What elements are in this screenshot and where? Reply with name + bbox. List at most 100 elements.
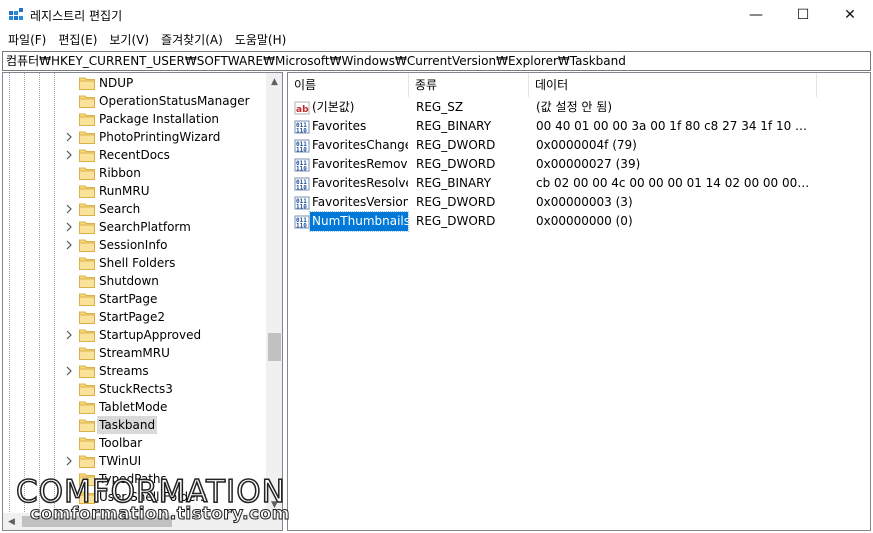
menu-edit[interactable]: 편집(E) [52,30,103,50]
tree-item[interactable]: StreamMRU [3,344,267,362]
chevron-right-icon[interactable] [64,366,74,376]
value-list-pane[interactable]: 이름 종류 데이터 ab (기본값) REG_SZ (값 설정 안 됨) 011 110 F… [287,72,871,531]
value-row[interactable]: 011 110 FavoritesChanges REG_DWORD 0x0000004… [288,136,870,155]
column-header-type[interactable]: 종류 [409,73,529,97]
column-header-data[interactable]: 데이터 [529,73,817,97]
value-data: 00 40 01 00 00 3a 00 1f 80 c8 27 34 1f 1… [536,119,811,133]
tree-item-label[interactable]: Search [97,200,142,218]
tree-item[interactable]: TWinUI [3,452,267,470]
tree-item-label[interactable]: SearchPlatform [97,218,193,236]
tree-item-label[interactable]: StartPage2 [97,308,167,326]
value-type: REG_DWORD [416,195,496,209]
tree-item[interactable]: Shell Folders [3,254,267,272]
chevron-right-icon[interactable] [64,240,74,250]
tree-item-label[interactable]: Package Installation [97,110,221,128]
value-type: REG_DWORD [416,138,496,152]
menu-view[interactable]: 보기(V) [103,30,155,50]
value-name[interactable]: Favorites [310,117,368,136]
tree-item[interactable]: SessionInfo [3,236,267,254]
value-data: 0x00000027 (39) [536,157,641,171]
value-name[interactable]: FavoritesVersion [310,193,408,212]
scroll-left-icon[interactable]: ◀ [3,513,20,530]
tree-item-label[interactable]: OperationStatusManager [97,92,252,110]
tree-item-label[interactable]: Toolbar [97,434,144,452]
value-data: (값 설정 안 됨) [536,100,613,114]
value-row[interactable]: 011 110 NumThumbnails REG_DWORD 0x00000000 (… [288,211,870,232]
tree-item-label[interactable]: StartPage [97,290,159,308]
tree-item-label[interactable]: RecentDocs [97,146,172,164]
folder-icon [79,149,95,162]
tree-item[interactable]: Search [3,200,267,218]
value-name[interactable]: NumThumbnails [309,211,409,232]
tree-item[interactable]: OperationStatusManager [3,92,267,110]
tree-item[interactable]: SearchPlatform [3,218,267,236]
folder-icon [79,455,95,468]
address-bar[interactable]: 컴퓨터₩HKEY_CURRENT_USER₩SOFTWARE₩Microsoft… [2,51,871,71]
key-tree-pane[interactable]: NDUP OperationStatusManager Package Instal… [2,72,283,531]
value-row[interactable]: ab (기본값) REG_SZ (값 설정 안 됨) [288,98,870,117]
tree-item-label[interactable]: PhotoPrintingWizard [97,128,222,146]
tree-item[interactable]: Streams [3,362,267,380]
tree-item[interactable]: Taskband [3,416,267,434]
tree-item[interactable]: RecentDocs [3,146,267,164]
value-type: REG_DWORD [416,157,496,171]
value-row[interactable]: 011 110 FavoritesVersion REG_DWORD 0x0000000… [288,193,870,212]
tree-item-label[interactable]: Streams [97,362,151,380]
tree-item[interactable]: Shutdown [3,272,267,290]
tree-item[interactable]: Toolbar [3,434,267,452]
value-row[interactable]: 011 110 Favorites REG_BINARY 00 40 01 00 00 … [288,117,870,136]
value-name[interactable]: FavoritesChanges [310,136,408,155]
close-button[interactable]: ✕ [827,0,873,30]
tree-item[interactable]: RunMRU [3,182,267,200]
menu-help[interactable]: 도움말(H) [229,30,293,50]
tree-item[interactable]: StartPage [3,290,267,308]
tree-item-label[interactable]: RunMRU [97,182,151,200]
tree-item-label[interactable]: Shutdown [97,272,161,290]
tree-vertical-scrollbar[interactable]: ▲ ▼ [266,73,282,513]
tree-item[interactable]: StuckRects3 [3,380,267,398]
tree-item-label[interactable]: TabletMode [97,398,169,416]
tree-item[interactable]: Package Installation [3,110,267,128]
chevron-right-icon[interactable] [64,150,74,160]
tree-item[interactable]: PhotoPrintingWizard [3,128,267,146]
value-name[interactable]: FavoritesResolve [310,174,408,193]
tree-item-label[interactable]: Taskband [97,416,158,434]
column-header-name[interactable]: 이름 [288,73,409,97]
tree-item[interactable]: NDUP [3,74,267,92]
folder-icon [79,113,95,126]
tree-item-label[interactable]: NDUP [97,74,135,92]
chevron-right-icon[interactable] [64,132,74,142]
chevron-right-icon[interactable] [64,204,74,214]
tree-scroll-thumb[interactable] [268,333,281,361]
value-row[interactable]: 011 110 FavoritesRemov... REG_DWORD 0x000000… [288,155,870,174]
value-row[interactable]: 011 110 FavoritesResolve REG_BINARY cb 02 00… [288,174,870,193]
tree-item-label[interactable]: StartupApproved [97,326,203,344]
tree-item[interactable]: TabletMode [3,398,267,416]
tree-item[interactable]: StartupApproved [3,326,267,344]
chevron-right-icon[interactable] [64,222,74,232]
value-type: REG_BINARY [416,119,492,133]
tree-item-label[interactable]: StreamMRU [97,344,172,362]
binary-value-icon: 011110 [294,158,310,173]
value-name[interactable]: (기본값) [310,98,356,117]
svg-text:110: 110 [296,128,307,135]
tree-item[interactable]: Ribbon [3,164,267,182]
tree-item-label[interactable]: TWinUI [97,452,143,470]
value-name[interactable]: FavoritesRemov... [310,155,408,174]
menu-favorites[interactable]: 즐겨찾기(A) [155,30,229,50]
scroll-up-icon[interactable]: ▲ [266,73,282,90]
folder-icon [79,203,95,216]
tree-item-label[interactable]: SessionInfo [97,236,170,254]
tree-item-label[interactable]: Ribbon [97,164,143,182]
value-type: REG_BINARY [416,176,492,190]
chevron-right-icon[interactable] [64,330,74,340]
maximize-button[interactable]: ☐ [780,0,826,30]
binary-value-icon: 011110 [294,215,310,230]
menu-file[interactable]: 파일(F) [2,30,52,50]
tree-item[interactable]: StartPage2 [3,308,267,326]
string-value-icon: ab [294,101,310,115]
chevron-right-icon[interactable] [64,456,74,466]
tree-item-label[interactable]: StuckRects3 [97,380,175,398]
tree-item-label[interactable]: Shell Folders [97,254,177,272]
minimize-button[interactable]: — [733,0,779,30]
